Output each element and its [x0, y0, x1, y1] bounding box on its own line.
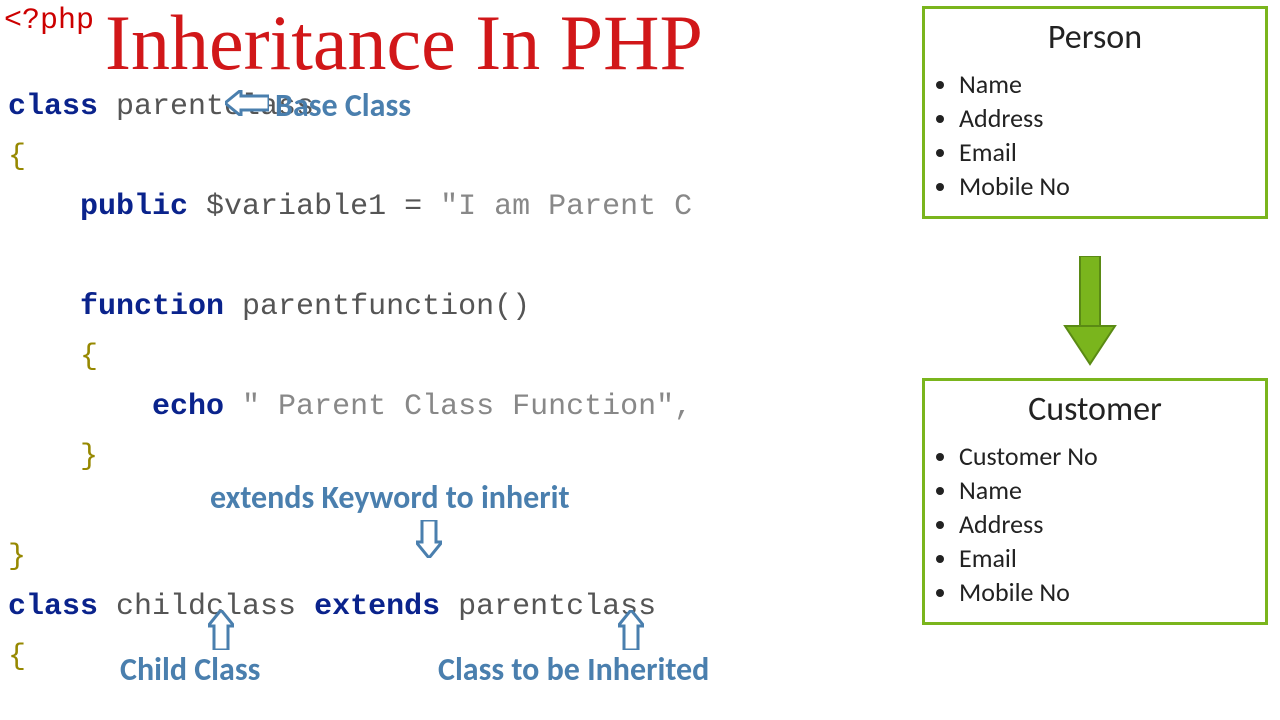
list-item: Address [959, 508, 1265, 540]
string-parent: "I am Parent C [440, 190, 692, 224]
code-block: class parentclass { public $variable1 = … [8, 82, 692, 682]
list-item: Email [959, 136, 1265, 168]
page-title: Inheritance In PHP [105, 0, 703, 88]
list-item: Name [959, 68, 1265, 100]
keyword-extends: extends [314, 590, 440, 624]
code-panel: <?php Inheritance In PHP class parentcla… [0, 0, 900, 720]
box-person-list: Name Address Email Mobile No [959, 68, 1265, 202]
keyword-class: class [8, 90, 98, 124]
inheritance-arrow-icon [1060, 256, 1120, 366]
keyword-class2: class [8, 590, 98, 624]
list-item: Email [959, 542, 1265, 574]
arrow-up-icon-2 [618, 610, 644, 650]
arrow-left-icon [225, 90, 269, 116]
arrow-down-icon [416, 520, 442, 558]
annotation-base-class: Base Class [275, 86, 411, 125]
id-parentfunction: parentfunction [224, 290, 494, 324]
annotation-child-class: Child Class [120, 650, 260, 689]
list-item: Mobile No [959, 576, 1265, 608]
keyword-public: public [80, 190, 188, 224]
box-person: Person Name Address Email Mobile No [922, 6, 1268, 219]
id-childclass: childclass [98, 590, 314, 624]
arrow-up-icon [208, 610, 234, 650]
annotation-inherited: Class to be Inherited [438, 650, 709, 689]
variable1: $variable1 [188, 190, 386, 224]
list-item: Name [959, 474, 1265, 506]
box-customer: Customer Customer No Name Address Email … [922, 378, 1268, 625]
box-customer-list: Customer No Name Address Email Mobile No [959, 440, 1265, 608]
box-customer-title: Customer [925, 389, 1265, 430]
keyword-function: function [80, 290, 224, 324]
keyword-echo: echo [152, 390, 224, 424]
list-item: Address [959, 102, 1265, 134]
box-person-title: Person [925, 17, 1265, 58]
string-echo: " Parent Class Function", [224, 390, 692, 424]
php-open-tag: <?php [4, 4, 94, 38]
annotation-extends: extends Keyword to inherit [210, 478, 570, 517]
list-item: Mobile No [959, 170, 1265, 202]
list-item: Customer No [959, 440, 1265, 472]
